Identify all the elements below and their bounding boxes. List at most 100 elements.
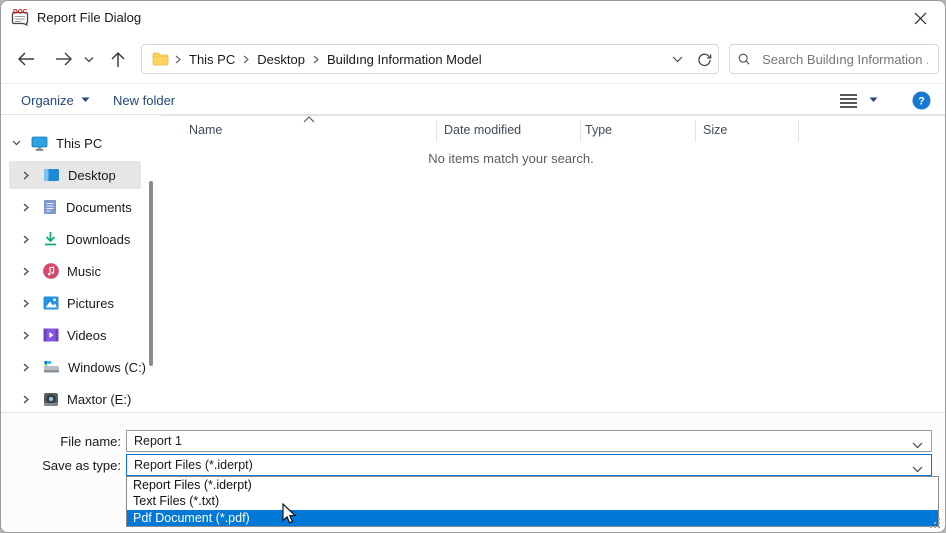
- back-button[interactable]: [13, 47, 39, 71]
- sidebar-item-downloads[interactable]: Downloads: [1, 225, 149, 253]
- doc-file-icon: DOC: [11, 8, 31, 26]
- chevron-down-icon[interactable]: [912, 436, 923, 454]
- command-toolbar: Organize New folder ?: [1, 84, 945, 115]
- sidebar-item-windows-c[interactable]: Windows (C:): [1, 353, 149, 381]
- sidebar-item-music[interactable]: Music: [1, 257, 149, 285]
- tree-expand-chevron-icon[interactable]: [21, 202, 31, 212]
- resize-grip[interactable]: [928, 516, 941, 529]
- tree-expand-chevron-icon[interactable]: [21, 330, 31, 340]
- save-as-type-dropdown: Report Files (*.iderpt) Text Files (*.tx…: [126, 476, 939, 527]
- mouse-cursor: [279, 503, 296, 527]
- sidebar-item-pictures[interactable]: Pictures: [1, 289, 149, 317]
- pictures-icon: [43, 296, 59, 310]
- column-separator[interactable]: [798, 120, 799, 142]
- tree-expand-chevron-icon[interactable]: [21, 362, 31, 372]
- breadcrumb-chevron-icon: [307, 55, 325, 64]
- file-name-label: File name:: [1, 434, 121, 449]
- sidebar-scrollbar[interactable]: [149, 181, 153, 366]
- refresh-button[interactable]: [697, 52, 712, 67]
- column-header-date-modified[interactable]: Date modified: [444, 123, 521, 137]
- screen: DOC Report File Dialog: [0, 0, 946, 533]
- tree-collapse-chevron-icon[interactable]: [11, 138, 21, 148]
- organize-label: Organize: [21, 93, 74, 108]
- forward-button[interactable]: [51, 47, 77, 71]
- sidebar-item-documents[interactable]: Documents: [1, 193, 149, 221]
- search-box[interactable]: [729, 44, 939, 74]
- up-icon: [111, 51, 125, 68]
- sidebar-item-videos[interactable]: Videos: [1, 321, 149, 349]
- dropdown-option-pdf-document[interactable]: Pdf Document (*.pdf): [127, 510, 938, 526]
- desktop-icon: [43, 168, 60, 182]
- views-dropdown-caret-icon: [869, 97, 878, 103]
- sidebar-item-maxtor-e[interactable]: Maxtor (E:): [1, 385, 149, 413]
- address-dropdown-button[interactable]: [672, 56, 683, 63]
- up-button[interactable]: [105, 47, 131, 71]
- organize-button[interactable]: Organize: [21, 90, 90, 110]
- column-separator[interactable]: [436, 120, 437, 142]
- breadcrumb-chevron-icon: [237, 55, 255, 64]
- sidebar-item-label: Pictures: [67, 296, 114, 311]
- navigation-pane: This PC Desktop Documents: [1, 115, 161, 413]
- back-icon: [17, 52, 35, 66]
- windows-drive-icon: [43, 360, 60, 374]
- help-button[interactable]: ?: [912, 90, 931, 110]
- sidebar-item-label: Music: [67, 264, 101, 279]
- title-bar: DOC Report File Dialog: [1, 1, 945, 33]
- dropdown-option-report-files[interactable]: Report Files (*.iderpt): [127, 477, 938, 493]
- videos-icon: [43, 328, 59, 342]
- sidebar-item-desktop[interactable]: Desktop: [9, 161, 141, 189]
- column-header-type[interactable]: Type: [585, 123, 612, 137]
- tree-expand-chevron-icon[interactable]: [21, 234, 31, 244]
- refresh-icon: [697, 52, 712, 67]
- sidebar-item-label: Downloads: [66, 232, 130, 247]
- views-dropdown-button[interactable]: [869, 90, 878, 110]
- music-icon: [43, 263, 59, 279]
- save-as-type-label: Save as type:: [1, 458, 121, 473]
- tree-expand-chevron-icon[interactable]: [21, 266, 31, 276]
- file-name-input[interactable]: [127, 433, 906, 449]
- downloads-icon: [43, 231, 58, 247]
- empty-folder-message: No items match your search.: [161, 151, 861, 166]
- sidebar-item-label: Windows (C:): [68, 360, 146, 375]
- recent-locations-chevron-icon: [84, 56, 94, 63]
- sidebar-item-label: This PC: [56, 136, 102, 151]
- tree-expand-chevron-icon[interactable]: [21, 298, 31, 308]
- sort-ascending-icon: [303, 116, 315, 123]
- column-separator[interactable]: [695, 120, 696, 142]
- external-drive-icon: [43, 392, 59, 407]
- chevron-down-icon: [672, 56, 683, 63]
- column-header-size[interactable]: Size: [703, 123, 727, 137]
- organize-dropdown-caret-icon: [81, 97, 90, 103]
- list-view-icon: [839, 93, 858, 108]
- close-button[interactable]: [903, 5, 937, 31]
- search-icon: [738, 52, 750, 66]
- breadcrumb-current-folder[interactable]: Buildıng Information Model: [325, 52, 484, 67]
- dropdown-option-text-files[interactable]: Text Files (*.txt): [127, 493, 938, 509]
- folder-icon: [152, 52, 169, 66]
- help-icon: ?: [912, 91, 931, 110]
- documents-icon: [43, 199, 57, 215]
- sidebar-item-label: Documents: [66, 200, 132, 215]
- column-header-name[interactable]: Name: [189, 123, 222, 137]
- breadcrumb-this-pc[interactable]: This PC: [187, 52, 237, 67]
- sidebar-item-label: Desktop: [68, 168, 116, 183]
- svg-text:DOC: DOC: [13, 9, 28, 16]
- file-list-header: Name Date modified Type Size: [161, 115, 945, 143]
- search-input[interactable]: [760, 51, 930, 68]
- breadcrumb-desktop[interactable]: Desktop: [255, 52, 307, 67]
- sidebar-item-label: Maxtor (E:): [67, 392, 131, 407]
- address-bar[interactable]: This PC Desktop Buildıng Information Mod…: [141, 44, 719, 74]
- save-as-type-combobox[interactable]: Report Files (*.iderpt): [126, 454, 932, 476]
- file-name-combobox[interactable]: [126, 430, 932, 452]
- change-view-button[interactable]: [839, 90, 858, 110]
- tree-expand-chevron-icon[interactable]: [21, 394, 31, 404]
- new-folder-button[interactable]: New folder: [113, 90, 175, 110]
- save-as-type-value: Report Files (*.iderpt): [127, 458, 904, 472]
- column-separator[interactable]: [580, 120, 581, 142]
- recent-locations-button[interactable]: [79, 47, 99, 71]
- this-pc-icon: [31, 136, 48, 151]
- sidebar-item-this-pc[interactable]: This PC: [1, 129, 149, 157]
- report-file-dialog-window: DOC Report File Dialog: [0, 0, 946, 533]
- sidebar-item-label: Videos: [67, 328, 107, 343]
- tree-expand-chevron-icon[interactable]: [21, 170, 31, 180]
